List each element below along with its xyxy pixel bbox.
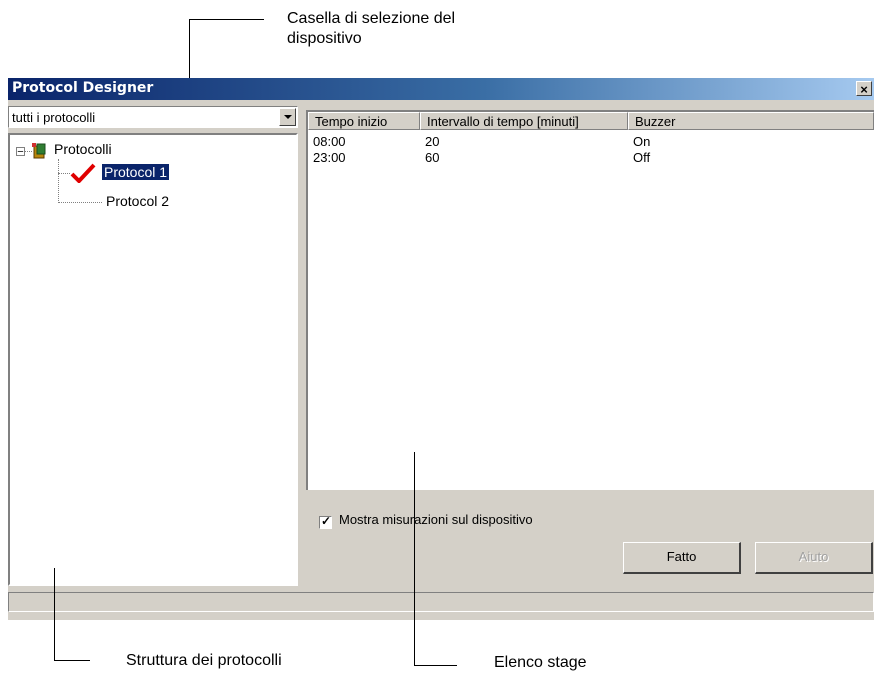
protocol-folder-icon (32, 143, 46, 159)
callout-line (54, 568, 55, 661)
device-selector-callout-line2: dispositivo (287, 30, 362, 47)
tree-item-protocol-1[interactable]: Protocol 1 (100, 163, 171, 181)
tree-item-label: Protocol 2 (106, 193, 170, 209)
help-button[interactable]: Aiuto (755, 542, 873, 574)
callout-line (414, 452, 415, 666)
column-header-buzzer[interactable]: Buzzer (628, 112, 874, 130)
chevron-down-icon[interactable] (279, 108, 296, 126)
show-measurements-label[interactable]: Mostra misurazioni sul dispositivo (339, 512, 533, 527)
table-cell[interactable]: 20 (425, 134, 439, 149)
tree-root-label[interactable]: Protocolli (54, 141, 112, 157)
device-selector-callout-line1: Casella di selezione del (287, 10, 456, 27)
window-title: Protocol Designer (12, 80, 154, 96)
show-measurements-checkbox[interactable]: ✓ (319, 514, 332, 529)
table-cell[interactable]: 23:00 (313, 150, 346, 165)
tree-item-label: Protocol 1 (100, 163, 171, 181)
stage-list-callout: Elenco stage (494, 654, 587, 671)
tree-connector (25, 151, 32, 152)
table-cell[interactable]: 08:00 (313, 134, 346, 149)
table-cell[interactable]: On (633, 134, 650, 149)
tree-item-protocol-2[interactable]: Protocol 2 (106, 193, 169, 209)
table-cell[interactable]: 60 (425, 150, 439, 165)
done-button[interactable]: Fatto (623, 542, 741, 574)
table-cell[interactable]: Off (633, 150, 650, 165)
checkmark-icon: ✓ (321, 514, 332, 528)
tree-connector (58, 202, 102, 203)
protocol-tree-callout: Struttura dei protocolli (126, 652, 282, 669)
collapse-icon[interactable]: − (16, 147, 25, 158)
tree-connector (58, 159, 59, 203)
close-button[interactable]: × (856, 81, 872, 97)
device-selector-value: tutti i protocolli (12, 110, 96, 125)
red-check-icon (70, 163, 96, 183)
protocol-tree[interactable]: − Protocolli Protocol 1 Protocol 2 (8, 133, 298, 586)
stage-list[interactable]: Tempo inizio Intervallo di tempo [minuti… (306, 110, 874, 490)
callout-line (189, 19, 264, 20)
column-header-start-time[interactable]: Tempo inizio (308, 112, 420, 130)
column-header-interval[interactable]: Intervallo di tempo [minuti] (420, 112, 628, 130)
callout-line (54, 660, 90, 661)
device-selector-combo[interactable]: tutti i protocolli (8, 106, 298, 128)
tree-connector (58, 173, 70, 174)
status-bar (8, 592, 874, 612)
title-bar: Protocol Designer × (8, 78, 874, 100)
protocol-designer-window: Protocol Designer × tutti i protocolli −… (8, 78, 874, 620)
callout-line (414, 665, 457, 666)
